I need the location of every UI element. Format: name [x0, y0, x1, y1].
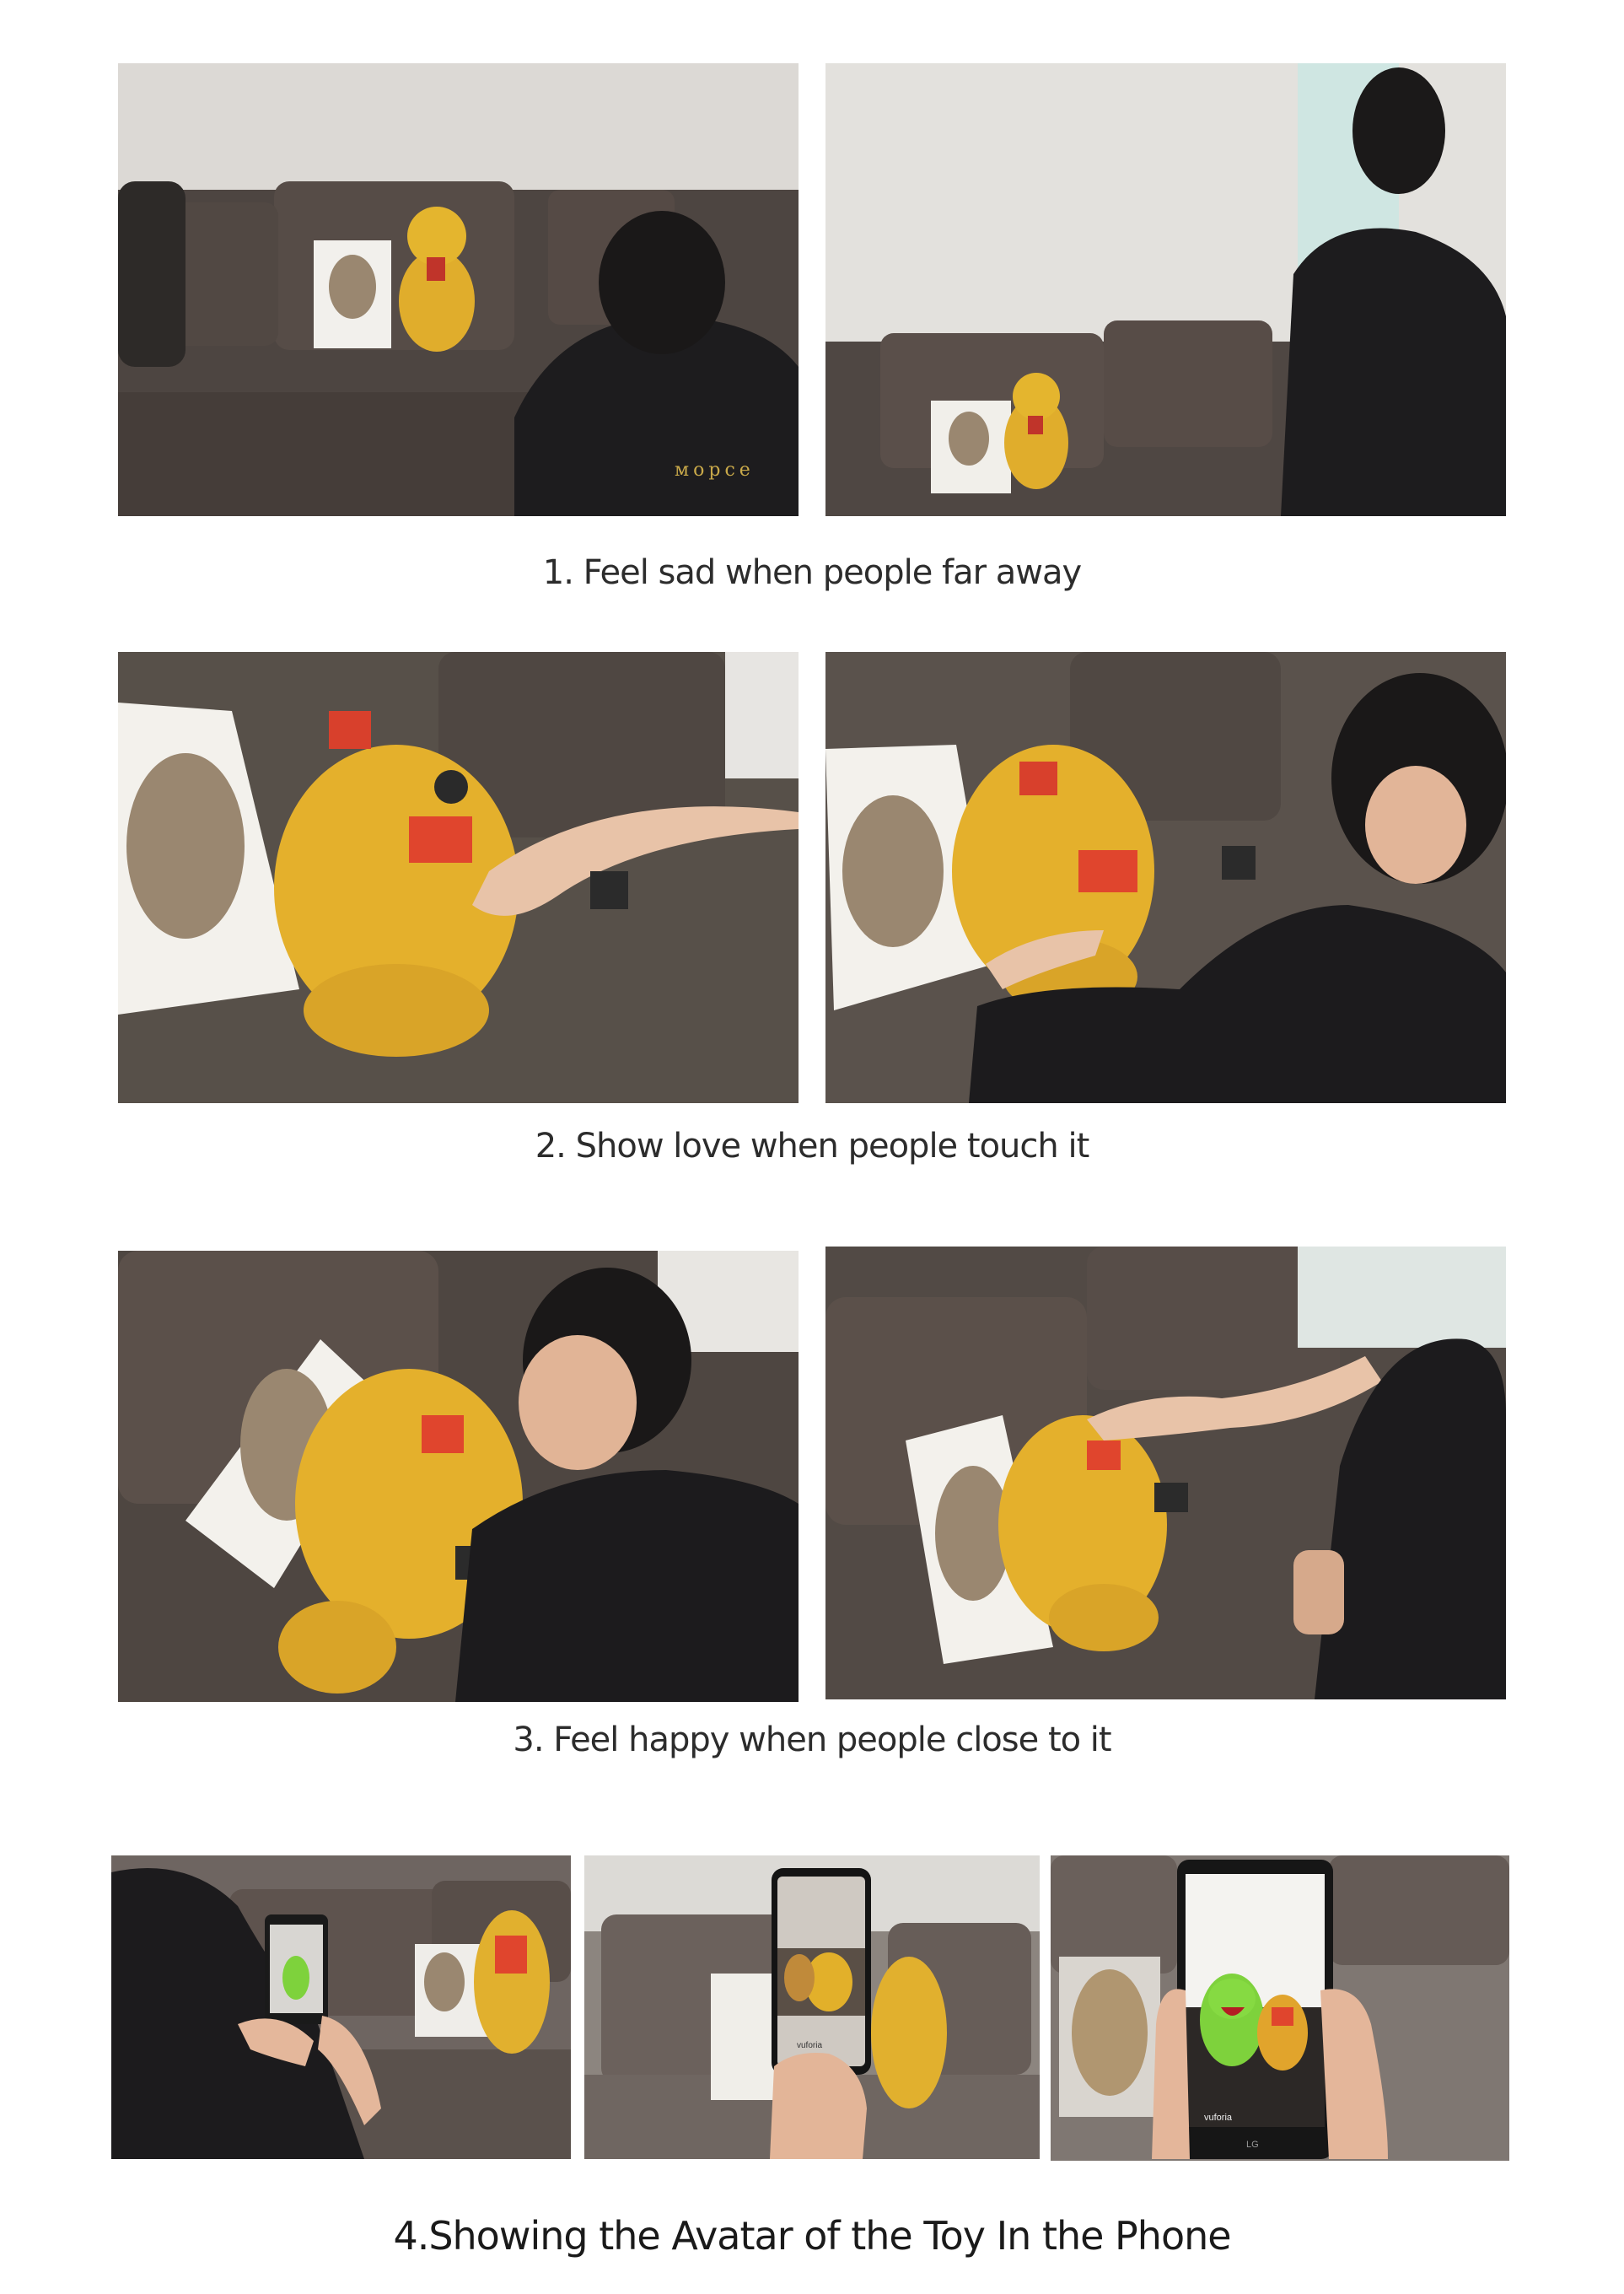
row-3-caption: 3. Feel happy when people close to it	[513, 1720, 1111, 1759]
ar-watermark-text-closeup: vuforia	[1204, 2113, 1233, 2123]
hoodie-print-text: морсе	[675, 460, 755, 481]
photo-happy-close-pat	[825, 1247, 1506, 1699]
photo-happy-close-face	[118, 1251, 799, 1702]
ar-watermark-text: vuforia	[797, 2041, 823, 2050]
photo-phone-avatar-hold	[111, 1855, 571, 2159]
photo-love-touch-person	[825, 652, 1506, 1103]
photo-sad-far-wide: морсе	[118, 63, 799, 516]
row-1-caption: 1. Feel sad when people far away	[542, 553, 1082, 592]
photo-phone-ar-view: vuforia	[584, 1855, 1040, 2159]
row-2-caption: 2. Show love when people touch it	[535, 1127, 1090, 1166]
photo-love-touch-hand	[118, 652, 799, 1103]
photo-sad-far-standing	[825, 63, 1506, 516]
phone-brand-text: LG	[1246, 2140, 1259, 2150]
photo-phone-avatar-closeup: vuforia LG	[1051, 1855, 1509, 2161]
row-4-caption: 4.Showing the Avatar of the Toy In the P…	[393, 2213, 1231, 2259]
